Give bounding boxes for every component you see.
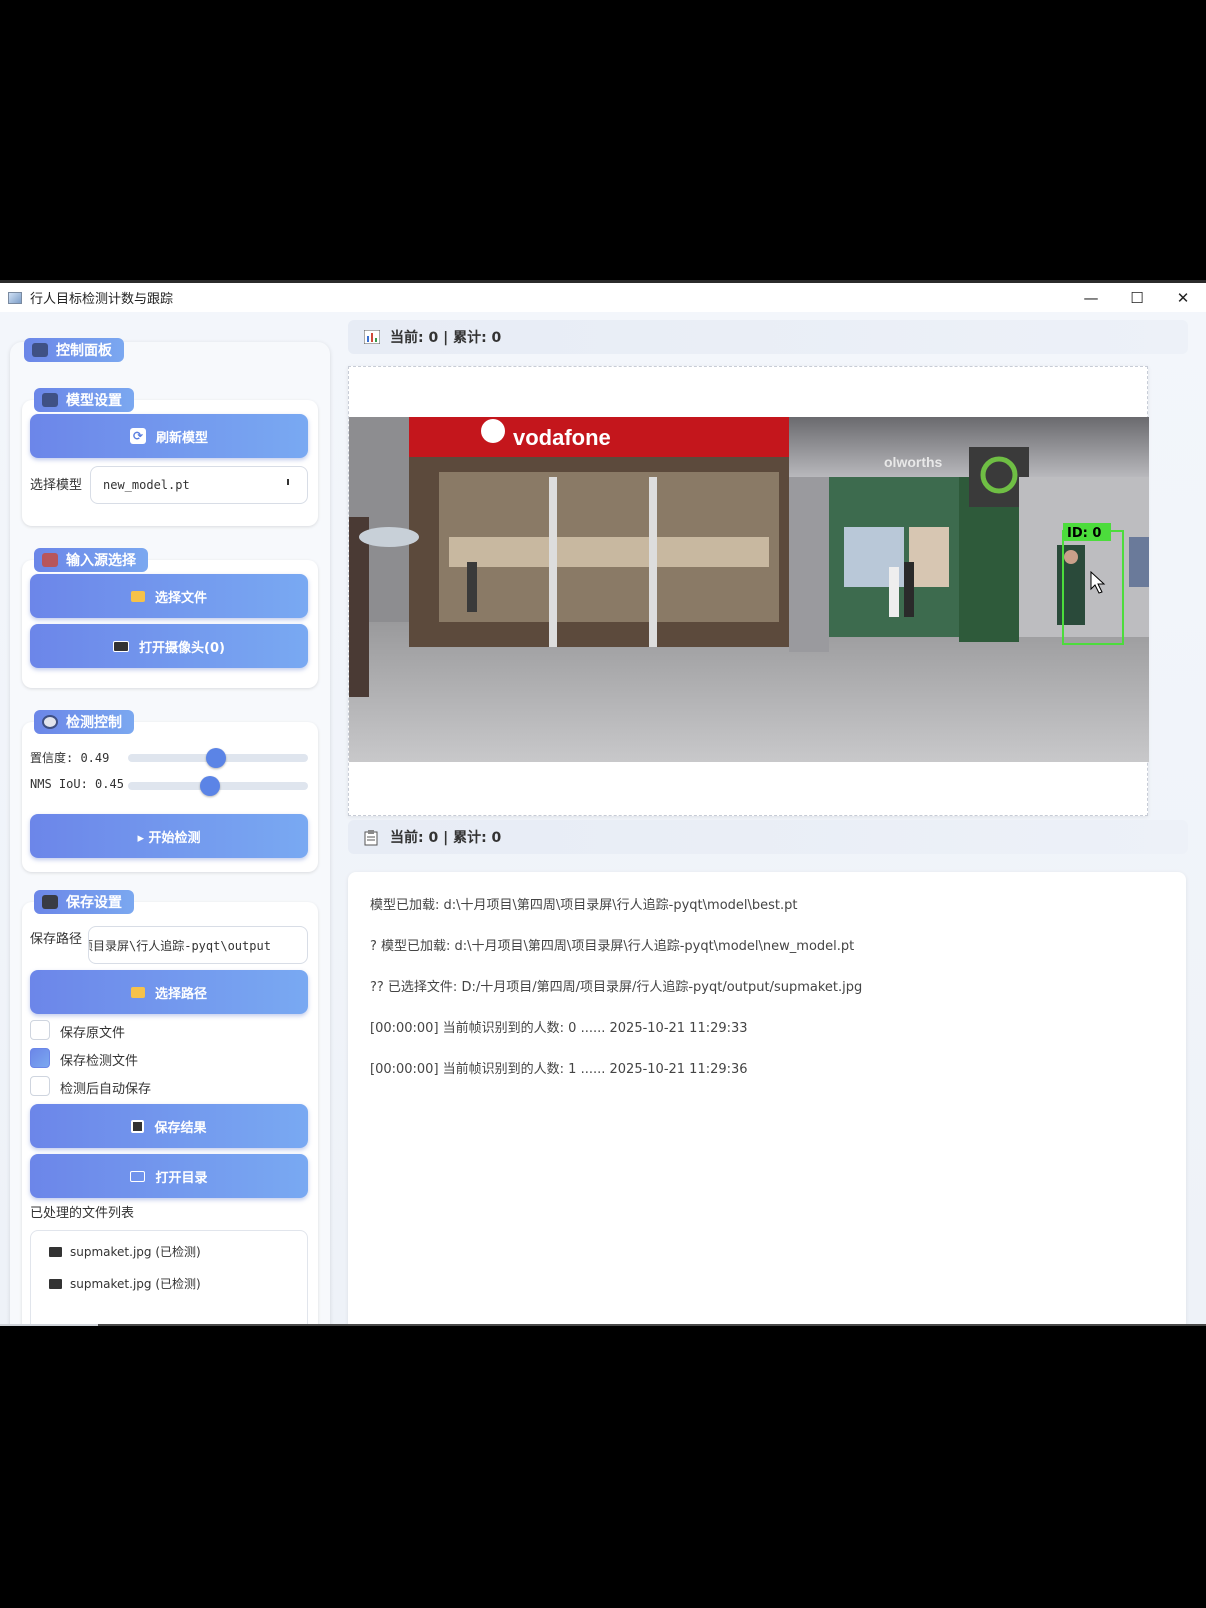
save-path-input[interactable]: 项目录屏\行人追踪-pyqt\output: [88, 926, 308, 964]
save-detected-checkbox[interactable]: [30, 1048, 50, 1068]
control-panel-title-text: 控制面板: [56, 343, 112, 359]
refresh-model-button[interactable]: ⟳ 刷新模型: [30, 414, 308, 458]
refresh-model-label: 刷新模型: [155, 430, 208, 446]
file-item-label: supmaket.jpg (已检测): [70, 1277, 201, 1291]
control-panel-icon: [32, 343, 48, 357]
inbox-tray-icon: [42, 553, 58, 567]
control-panel-title: 控制面板: [24, 338, 124, 362]
detection-id-label: ID: 0: [1067, 526, 1101, 541]
save-settings-title: 保存设置: [34, 890, 134, 914]
auto-save-checkbox[interactable]: [30, 1076, 50, 1096]
woolworths-sign: olworths: [884, 454, 943, 470]
window-title: 行人目标检测计数与跟踪: [30, 292, 174, 307]
top-stats-bar: 当前: 0 | 累计: 0: [348, 320, 1188, 354]
log-stats-bar: 当前: 0 | 累计: 0: [348, 820, 1188, 854]
image-display: ID: 0 vodafone olworths: [348, 366, 1149, 816]
close-button[interactable]: ✕: [1160, 283, 1206, 312]
bar-chart-icon: [363, 329, 381, 345]
open-directory-button[interactable]: 打开目录: [30, 1154, 308, 1198]
auto-save-label: 检测后自动保存: [60, 1082, 152, 1097]
app-icon: [8, 291, 22, 304]
refresh-icon: ⟳: [129, 428, 146, 444]
control-panel: ⟳ 刷新模型 选择模型 new_model.pt 选择文件 打开摄像头(0) 置…: [10, 338, 330, 1326]
log-line: ? 模型已加载: d:\十月项目\第四周\项目录屏\行人追踪-pyqt\mode…: [370, 939, 855, 954]
list-item[interactable]: supmaket.jpg (已检测): [49, 1275, 201, 1292]
horizontal-scrollbar[interactable]: [0, 1324, 1206, 1326]
clipboard-icon: [364, 830, 380, 846]
file-icon: [49, 1246, 62, 1257]
save-settings-title-text: 保存设置: [66, 895, 122, 911]
select-path-button[interactable]: 选择路径: [30, 970, 308, 1014]
minimize-button[interactable]: —: [1068, 283, 1114, 312]
select-file-label: 选择文件: [154, 590, 207, 606]
log-output[interactable]: 模型已加载: d:\十月项目\第四周\项目录屏\行人追踪-pyqt\model\…: [348, 872, 1186, 1326]
open-camera-label: 打开摄像头(0): [139, 640, 225, 656]
start-detection-label: ▸ 开始检测: [137, 830, 201, 846]
detection-control-title-text: 检测控制: [66, 715, 122, 731]
main-client-area: ⟳ 刷新模型 选择模型 new_model.pt 选择文件 打开摄像头(0) 置…: [0, 312, 1206, 1326]
file-item-label: supmaket.jpg (已检测): [70, 1245, 201, 1259]
title-bar: 行人目标检测计数与跟踪 — ☐ ✕: [0, 280, 1206, 312]
input-source-title-text: 输入源选择: [66, 553, 136, 569]
open-directory-label: 打开目录: [155, 1170, 208, 1186]
save-path-value: 项目录屏\行人追踪-pyqt\output: [88, 938, 271, 953]
model-select[interactable]: new_model.pt: [90, 466, 308, 504]
dropdown-indicator-icon: [287, 479, 289, 485]
log-line: [00:00:00] 当前帧识别到的人数: 0 ...... 2025-10-2…: [370, 1021, 748, 1036]
save-results-button[interactable]: 保存结果: [30, 1104, 308, 1148]
start-detection-button[interactable]: ▸ 开始检测: [30, 814, 308, 858]
folder-icon: [130, 590, 145, 602]
open-folder-icon: [130, 1170, 146, 1182]
file-icon: [49, 1278, 62, 1289]
log-line: ?? 已选择文件: D:/十月项目/第四周/项目录屏/行人追踪-pyqt/out…: [370, 980, 863, 995]
save-original-label: 保存原文件: [60, 1026, 126, 1041]
save-path-label: 保存路径: [30, 932, 83, 947]
model-settings-title: 模型设置: [34, 388, 134, 412]
vodafone-sign: vodafone: [513, 425, 611, 450]
camera-icon: [113, 640, 130, 652]
horizontal-scrollbar-thumb[interactable]: [98, 1324, 1206, 1326]
select-file-button[interactable]: 选择文件: [30, 574, 308, 618]
maximize-button[interactable]: ☐: [1114, 283, 1160, 312]
processed-files-list[interactable]: supmaket.jpg (已检测) supmaket.jpg (已检测): [30, 1230, 308, 1326]
select-model-label: 选择模型: [30, 478, 83, 493]
save-detected-label: 保存检测文件: [60, 1054, 139, 1069]
processed-files-title: 已处理的文件列表: [30, 1206, 135, 1221]
log-line: 模型已加载: d:\十月项目\第四周\项目录屏\行人追踪-pyqt\model\…: [370, 898, 798, 913]
gear-icon: [42, 715, 58, 729]
iou-slider-handle[interactable]: [200, 776, 220, 796]
detection-control-title: 检测控制: [34, 710, 134, 734]
folder-icon: [130, 986, 145, 998]
app-window: 行人目标检测计数与跟踪 — ☐ ✕ ⟳ 刷新模型 选择模型 new_model.…: [0, 280, 1206, 1326]
top-stats-text: 当前: 0 | 累计: 0: [390, 330, 502, 346]
iou-label: NMS IoU: 0.45: [30, 777, 124, 791]
log-stats-text: 当前: 0 | 累计: 0: [390, 830, 502, 846]
save-results-label: 保存结果: [154, 1120, 207, 1136]
model-settings-title-text: 模型设置: [66, 393, 122, 409]
robot-icon: [42, 393, 58, 407]
confidence-label: 置信度: 0.49: [30, 751, 110, 765]
model-select-value: new_model.pt: [103, 478, 190, 492]
open-camera-button[interactable]: 打开摄像头(0): [30, 624, 308, 668]
log-line: [00:00:00] 当前帧识别到的人数: 1 ...... 2025-10-2…: [370, 1062, 748, 1077]
list-item[interactable]: supmaket.jpg (已检测): [49, 1243, 201, 1260]
floppy-disk-icon: [42, 895, 58, 909]
input-source-title: 输入源选择: [34, 548, 148, 572]
detection-image: ID: 0 vodafone olworths: [349, 417, 1149, 762]
floppy-disk-icon: [131, 1119, 145, 1133]
confidence-slider-handle[interactable]: [206, 748, 226, 768]
save-original-checkbox[interactable]: [30, 1020, 50, 1040]
select-path-label: 选择路径: [154, 986, 207, 1002]
